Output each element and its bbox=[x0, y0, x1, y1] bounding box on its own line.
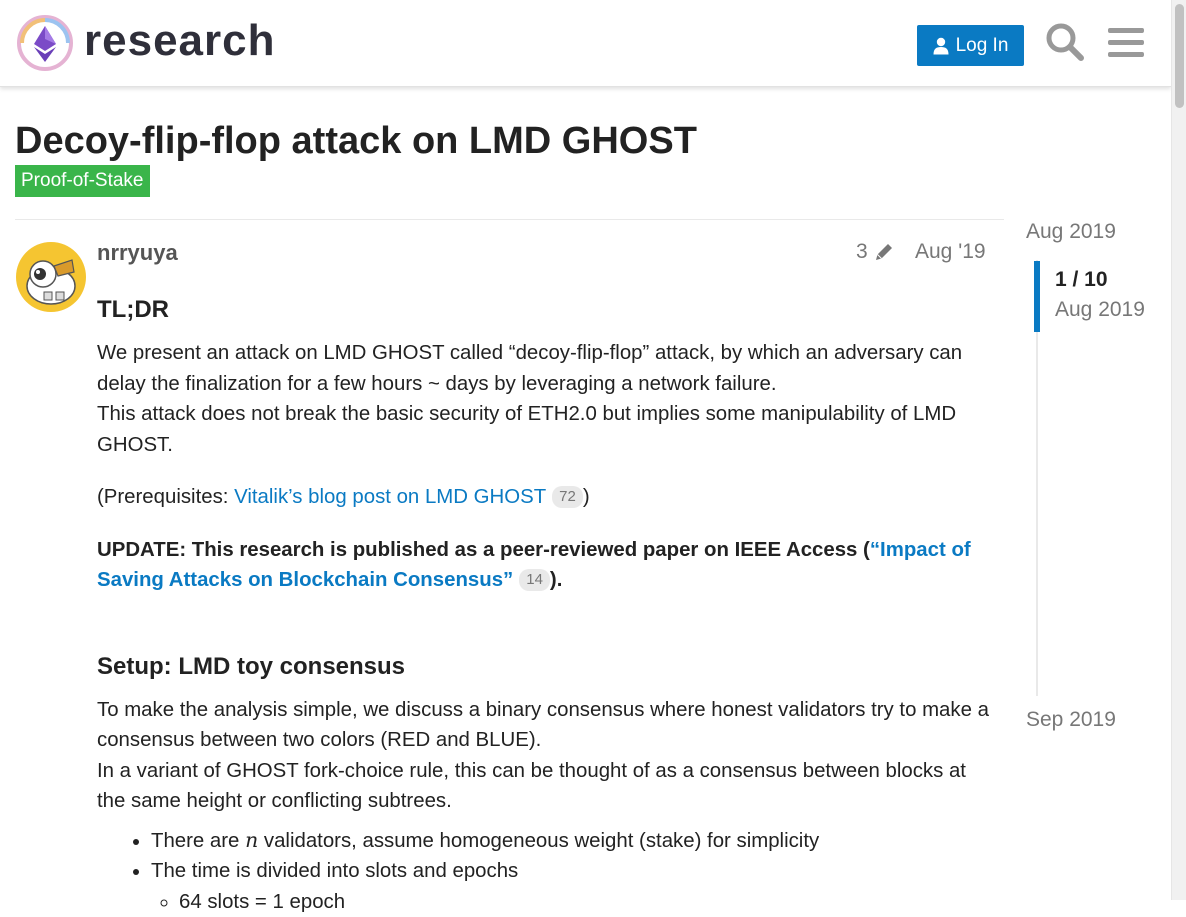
update-suffix: ). bbox=[550, 569, 562, 591]
sub-list: 64 slots = 1 epoch bbox=[151, 887, 992, 917]
tldr-heading: TL;DR bbox=[97, 295, 992, 325]
setup-heading: Setup: LMD toy consensus bbox=[97, 652, 992, 682]
page-scrollbar[interactable] bbox=[1171, 0, 1186, 900]
search-icon[interactable] bbox=[1045, 22, 1085, 62]
logo-text: research bbox=[84, 19, 275, 63]
login-label: Log In bbox=[956, 35, 1009, 57]
list-item: The time is divided into slots and epoch… bbox=[151, 856, 992, 917]
scrollbar-thumb[interactable] bbox=[1175, 4, 1184, 108]
post-body: TL;DR We present an attack on LMD GHOST … bbox=[97, 290, 992, 917]
edit-count: 3 bbox=[856, 240, 868, 264]
prerequisites-paragraph: (Prerequisites: Vitalik’s blog post on L… bbox=[97, 482, 992, 513]
paper-click-count: 14 bbox=[519, 569, 550, 591]
math-n: n bbox=[245, 828, 258, 852]
category-badge[interactable]: Proof-of-Stake bbox=[15, 165, 150, 197]
timeline-start-date[interactable]: Aug 2019 bbox=[1026, 220, 1116, 244]
prereq-prefix: (Prerequisites: bbox=[97, 486, 234, 508]
login-button[interactable]: Log In bbox=[917, 25, 1024, 66]
topic-title[interactable]: Decoy-flip-flop attack on LMD GHOST bbox=[15, 121, 697, 163]
setup-paragraph-1: To make the analysis simple, we discuss … bbox=[97, 695, 992, 756]
logo-mark-icon bbox=[16, 14, 74, 72]
intro-paragraph-2: This attack does not break the basic sec… bbox=[97, 399, 992, 460]
timeline-end-date[interactable]: Sep 2019 bbox=[1026, 708, 1116, 732]
sub-list-item: 64 slots = 1 epoch bbox=[179, 887, 992, 917]
timeline-handle[interactable] bbox=[1034, 261, 1040, 332]
post-date[interactable]: Aug '19 bbox=[915, 240, 986, 264]
update-paragraph: UPDATE: This research is published as a … bbox=[97, 535, 992, 596]
timeline-position: 1 / 10 bbox=[1055, 268, 1108, 292]
avatar-image bbox=[16, 242, 86, 312]
intro-paragraph-1: We present an attack on LMD GHOST called… bbox=[97, 338, 992, 399]
pencil-icon bbox=[873, 241, 895, 263]
edit-history[interactable]: 3 bbox=[856, 240, 895, 264]
prereq-click-count: 72 bbox=[552, 486, 583, 508]
list-item: There are n validators, assume homogeneo… bbox=[151, 825, 992, 857]
hamburger-menu-icon[interactable] bbox=[1106, 22, 1146, 62]
setup-list: There are n validators, assume homogeneo… bbox=[97, 825, 992, 917]
setup-paragraph-2: In a variant of GHOST fork-choice rule, … bbox=[97, 756, 992, 817]
site-header: research Log In bbox=[0, 0, 1171, 87]
prereq-suffix: ) bbox=[583, 486, 590, 508]
update-prefix: UPDATE: This research is published as a … bbox=[97, 539, 870, 561]
post-author[interactable]: nrryuya bbox=[97, 240, 178, 266]
avatar[interactable] bbox=[16, 242, 86, 312]
prereq-link[interactable]: Vitalik’s blog post on LMD GHOST bbox=[234, 486, 546, 508]
user-icon bbox=[933, 37, 949, 55]
timeline-position-date: Aug 2019 bbox=[1055, 298, 1145, 322]
title-divider bbox=[15, 219, 1004, 220]
site-logo[interactable]: research bbox=[16, 14, 275, 72]
